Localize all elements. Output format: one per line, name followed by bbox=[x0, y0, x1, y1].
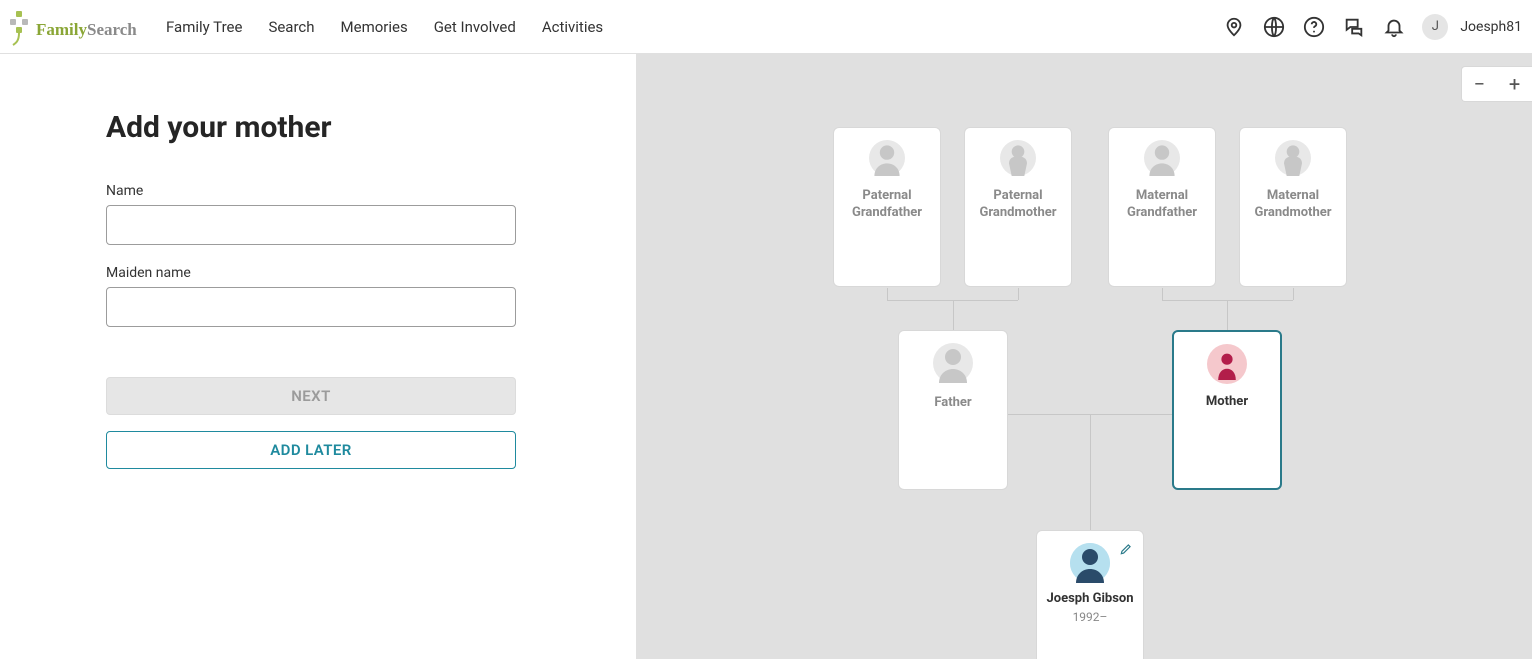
person-female-icon bbox=[1207, 344, 1247, 384]
nav-activities[interactable]: Activities bbox=[540, 14, 605, 40]
person-male-icon bbox=[933, 343, 973, 383]
card-paternal-grandmother[interactable]: Paternal Grandmother bbox=[964, 127, 1072, 287]
card-label: Paternal Grandfather bbox=[834, 188, 940, 222]
maiden-name-input[interactable] bbox=[106, 287, 516, 327]
card-label: Maternal Grandfather bbox=[1109, 188, 1215, 222]
map-pin-icon[interactable] bbox=[1222, 15, 1246, 39]
messages-icon[interactable] bbox=[1342, 15, 1366, 39]
username[interactable]: Joesph81 bbox=[1460, 19, 1522, 35]
person-female-icon bbox=[1000, 140, 1036, 176]
card-label: Paternal Grandmother bbox=[965, 188, 1071, 222]
card-father[interactable]: Father bbox=[898, 330, 1008, 490]
add-later-button[interactable]: ADD LATER bbox=[106, 431, 516, 469]
person-male-icon bbox=[869, 140, 905, 176]
person-male-icon bbox=[1144, 140, 1180, 176]
card-self[interactable]: Joesph Gibson 1992– bbox=[1036, 530, 1144, 659]
person-male-icon bbox=[1070, 543, 1110, 583]
bell-icon[interactable] bbox=[1382, 15, 1406, 39]
nav-memories[interactable]: Memories bbox=[339, 14, 410, 40]
globe-icon[interactable] bbox=[1262, 15, 1286, 39]
main-nav: Family Tree Search Memories Get Involved… bbox=[164, 14, 605, 40]
card-label: Maternal Grandmother bbox=[1240, 188, 1346, 222]
card-label: Mother bbox=[1200, 394, 1254, 411]
form-title: Add your mother bbox=[106, 110, 516, 145]
self-years: 1992– bbox=[1073, 610, 1108, 624]
card-mother[interactable]: Mother bbox=[1172, 330, 1282, 490]
card-paternal-grandfather[interactable]: Paternal Grandfather bbox=[833, 127, 941, 287]
card-maternal-grandfather[interactable]: Maternal Grandfather bbox=[1108, 127, 1216, 287]
person-female-icon bbox=[1275, 140, 1311, 176]
maiden-name-label: Maiden name bbox=[106, 265, 516, 281]
nav-search[interactable]: Search bbox=[266, 14, 316, 40]
nav-family-tree[interactable]: Family Tree bbox=[164, 14, 244, 40]
self-name: Joesph Gibson bbox=[1040, 591, 1139, 608]
nav-get-involved[interactable]: Get Involved bbox=[432, 14, 518, 40]
next-button[interactable]: NEXT bbox=[106, 377, 516, 415]
form-panel: Add your mother Name Maiden name NEXT AD… bbox=[0, 54, 636, 659]
header-icons: J Joesph81 bbox=[1222, 14, 1522, 40]
help-icon[interactable] bbox=[1302, 15, 1326, 39]
user-avatar[interactable]: J bbox=[1422, 14, 1448, 40]
card-label: Father bbox=[928, 395, 977, 412]
header: FamilySearch Family Tree Search Memories… bbox=[0, 0, 1532, 54]
name-label: Name bbox=[106, 183, 516, 199]
card-maternal-grandmother[interactable]: Maternal Grandmother bbox=[1239, 127, 1347, 287]
tree-canvas[interactable]: − + Paternal Grandfather bbox=[636, 54, 1532, 659]
logo[interactable]: FamilySearch bbox=[8, 7, 148, 47]
edit-icon[interactable] bbox=[1119, 541, 1133, 560]
svg-text:FamilySearch: FamilySearch bbox=[36, 20, 137, 39]
name-input[interactable] bbox=[106, 205, 516, 245]
